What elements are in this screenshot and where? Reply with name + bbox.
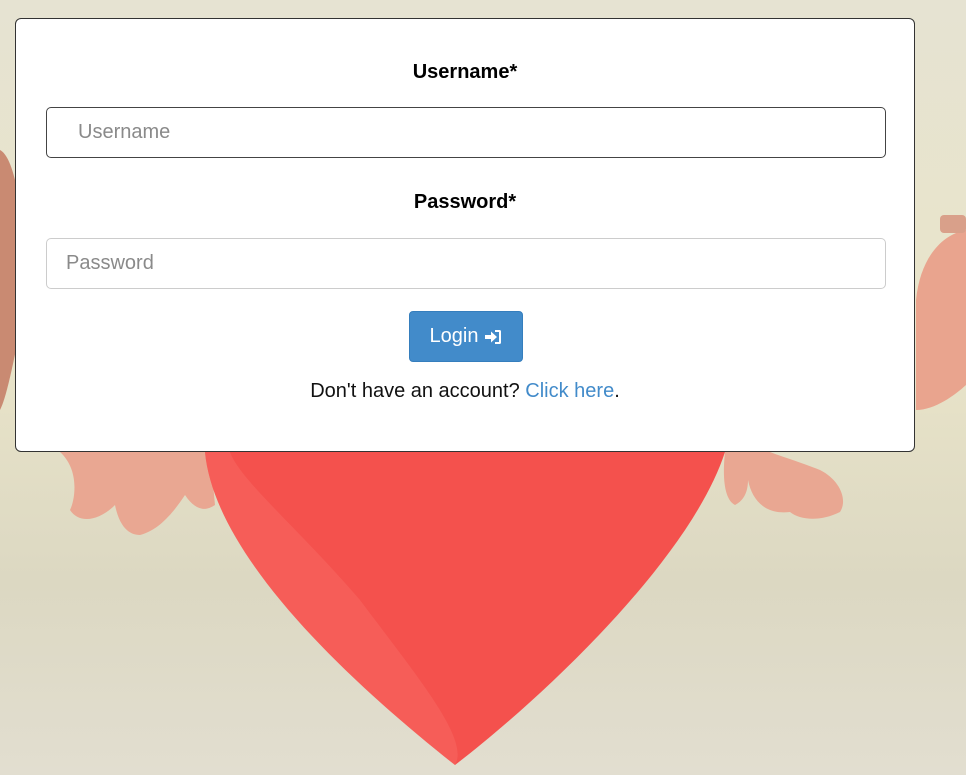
login-button-label: Login: [429, 325, 479, 347]
signup-prompt: Don't have an account? Click here.: [16, 380, 914, 403]
username-label: Username*: [412, 61, 518, 83]
username-input[interactable]: [46, 107, 886, 158]
signup-suffix: .: [614, 380, 620, 402]
sign-in-icon: [485, 329, 502, 344]
signup-link[interactable]: Click here: [525, 380, 614, 402]
password-input[interactable]: [46, 238, 886, 289]
login-button[interactable]: Login: [409, 311, 523, 362]
password-label: Password*: [413, 191, 517, 213]
login-form-card: Username* Password* Login Don't have an …: [15, 18, 915, 452]
signup-prompt-text: Don't have an account?: [310, 380, 520, 402]
